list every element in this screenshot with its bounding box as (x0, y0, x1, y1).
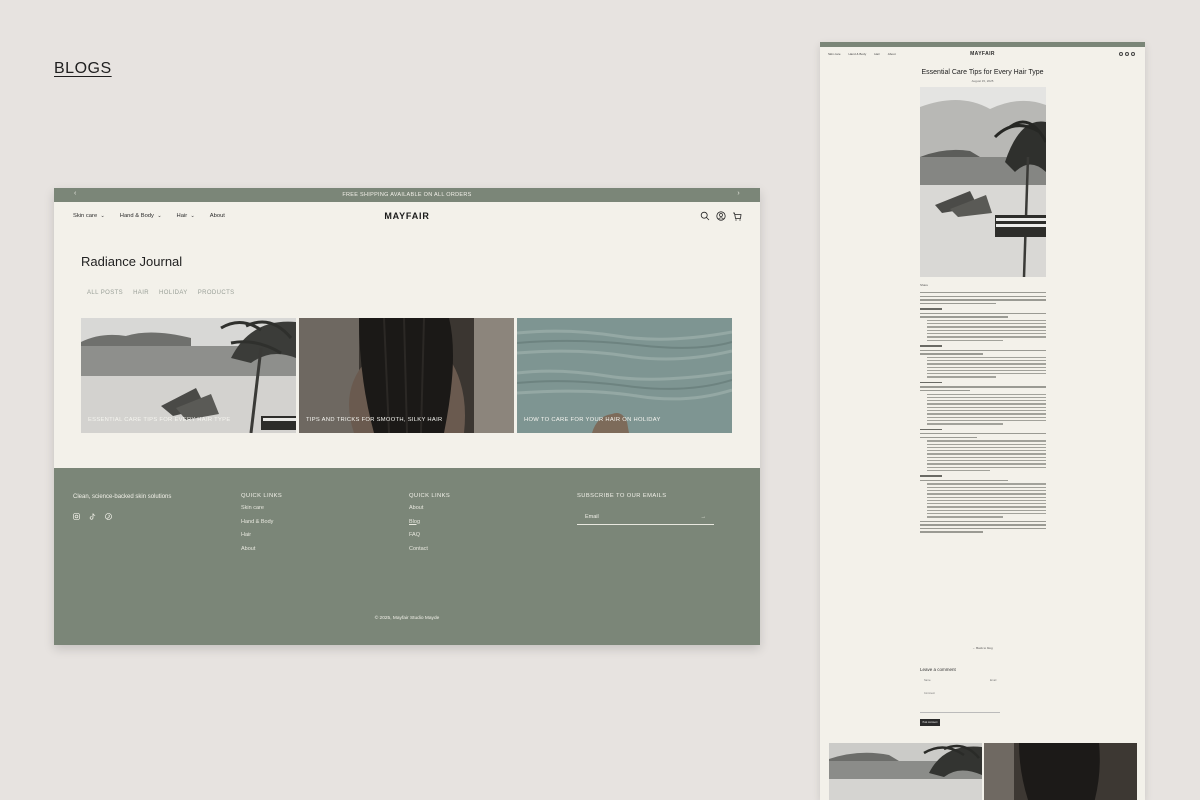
footer-quick-links-1: QUICK LINKS Skin care Hand & Body Hair A… (241, 493, 282, 559)
related-hair-thumb[interactable] (984, 743, 1137, 800)
card-title: ESSENTIAL CARE TIPS FOR EVERY HAIR TYPE (88, 417, 231, 423)
footer-link-blog[interactable]: Blog (409, 519, 450, 525)
footer-link-about[interactable]: About (409, 505, 450, 511)
filter-hair[interactable]: HAIR (133, 290, 149, 296)
footer-link-hair[interactable]: Hair (241, 532, 282, 538)
name-field[interactable]: Name (924, 679, 931, 682)
nav-about[interactable]: About (888, 52, 896, 56)
cart-icon[interactable] (732, 211, 742, 221)
header-nav: Skin care Hand & Body Hair About MAYFAIR (820, 47, 1145, 61)
post-title: Essential Care Tips for Every Hair Type (921, 69, 1044, 76)
account-icon[interactable] (1125, 52, 1129, 56)
search-icon[interactable] (700, 211, 710, 221)
comment-field[interactable]: Comment (924, 692, 935, 695)
chevron-down-icon: ⌄ (189, 213, 195, 219)
logo[interactable]: MAYFAIR (970, 51, 995, 57)
footer-column-title: QUICK LINKS (409, 493, 451, 499)
announcement-text: FREE SHIPPING AVAILABLE ON ALL ORDERS (342, 192, 472, 198)
nav-hair[interactable]: Hair ⌄ (177, 213, 195, 219)
account-icon[interactable] (716, 211, 726, 221)
post-date: August 15, 2025 (971, 79, 994, 83)
newsletter-title: SUBSCRIBE TO OUR EMAILS (577, 493, 667, 499)
filter-all-posts[interactable]: ALL POSTS (87, 290, 123, 296)
post-body (920, 292, 1046, 535)
hair-photo (299, 318, 514, 433)
water-photo (517, 318, 732, 433)
comment-note (920, 712, 1000, 714)
card-title: HOW TO CARE FOR YOUR HAIR ON HOLIDAY (524, 417, 661, 423)
journal-title: Radiance Journal (81, 254, 183, 269)
footer-link-contact[interactable]: Contact (409, 546, 450, 552)
newsletter-signup: SUBSCRIBE TO OUR EMAILS Email → (577, 493, 714, 525)
pinterest-icon[interactable] (105, 513, 112, 520)
next-announcement-arrow-icon[interactable]: › (737, 190, 740, 197)
page-heading: BLOGS (54, 60, 112, 77)
copyright: © 2025, Mayfair Studio Mayde (374, 616, 440, 621)
nav-hand-body[interactable]: Hand & Body ⌄ (120, 213, 162, 219)
footer-link-about[interactable]: About (241, 546, 282, 552)
filter-products[interactable]: PRODUCTS (198, 290, 235, 296)
nav-about[interactable]: About (210, 213, 225, 219)
blog-filter-tabs: ALL POSTS HAIR HOLIDAY PRODUCTS (87, 290, 235, 296)
cart-icon[interactable] (1131, 52, 1135, 56)
footer-link-faq[interactable]: FAQ (409, 532, 450, 538)
comment-heading: Leave a comment (920, 667, 956, 672)
footer-tagline: Clean, science-backed skin solutions (73, 494, 172, 500)
blog-card[interactable]: HOW TO CARE FOR YOUR HAIR ON HOLIDAY (517, 318, 732, 433)
email-field[interactable]: Email (990, 679, 996, 682)
article-page-mockup: Skin care Hand & Body Hair About MAYFAIR… (820, 42, 1145, 800)
arrow-right-icon[interactable]: → (701, 514, 707, 520)
blog-card-grid: ESSENTIAL CARE TIPS FOR EVERY HAIR TYPE … (81, 318, 732, 433)
related-beach-thumb[interactable] (829, 743, 982, 800)
post-comment-button[interactable]: Post comment (920, 719, 940, 726)
related-posts (829, 743, 1137, 800)
blog-card[interactable]: ESSENTIAL CARE TIPS FOR EVERY HAIR TYPE (81, 318, 296, 433)
share-link[interactable]: Share (920, 283, 928, 287)
email-placeholder: Email (585, 514, 599, 520)
footer-quick-links-2: QUICK LINKS About Blog FAQ Contact (409, 493, 450, 559)
search-icon[interactable] (1119, 52, 1123, 56)
beach-photo (81, 318, 296, 433)
blog-card[interactable]: TIPS AND TRICKS FOR SMOOTH, SILKY HAIR (299, 318, 514, 433)
chevron-down-icon: ⌄ (155, 213, 162, 219)
chevron-down-icon: ⌄ (99, 213, 105, 219)
prev-announcement-arrow-icon[interactable]: ‹ (74, 190, 77, 197)
nav-hair[interactable]: Hair (874, 52, 880, 56)
nav-skin-care[interactable]: Skin care (828, 52, 841, 56)
instagram-icon[interactable] (73, 513, 80, 520)
desktop-blog-mockup: ‹ FREE SHIPPING AVAILABLE ON ALL ORDERS … (54, 188, 760, 645)
email-field[interactable]: Email → (577, 510, 714, 525)
filter-holiday[interactable]: HOLIDAY (159, 290, 188, 296)
back-to-blog-link[interactable]: ← Back to blog (820, 646, 1145, 650)
header-nav: Skin care ⌄ Hand & Body ⌄ Hair ⌄ About M… (54, 202, 760, 230)
announcement-bar: ‹ FREE SHIPPING AVAILABLE ON ALL ORDERS … (54, 188, 760, 202)
footer-link-skin-care[interactable]: Skin care (241, 505, 282, 511)
tiktok-icon[interactable] (89, 513, 96, 520)
card-title: TIPS AND TRICKS FOR SMOOTH, SILKY HAIR (306, 417, 443, 423)
nav-skin-care[interactable]: Skin care ⌄ (73, 213, 105, 219)
footer-link-hand-body[interactable]: Hand & Body (241, 519, 282, 525)
logo[interactable]: MAYFAIR (384, 211, 429, 221)
social-links (73, 513, 112, 520)
site-footer: Clean, science-backed skin solutions QUI… (54, 468, 760, 645)
nav-hand-body[interactable]: Hand & Body (849, 52, 867, 56)
post-hero-image (920, 87, 1046, 277)
footer-column-title: QUICK LINKS (241, 493, 283, 499)
